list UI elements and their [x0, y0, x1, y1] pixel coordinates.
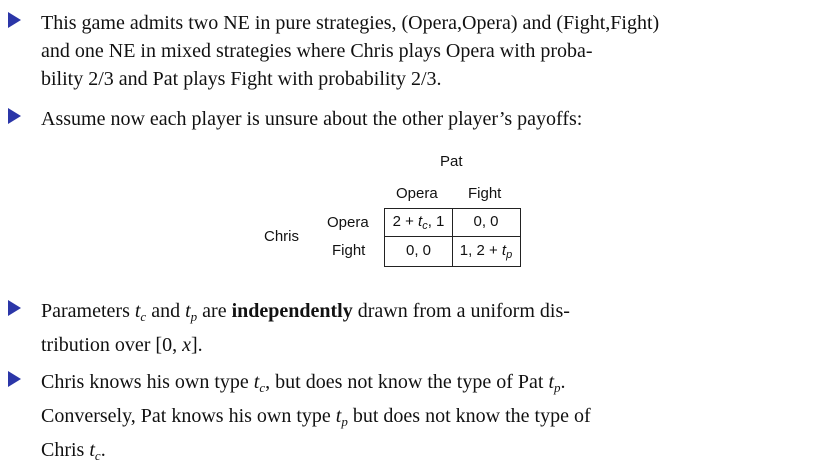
- payoff-cell-opera-opera: 2 + tc, 1: [392, 213, 445, 232]
- bullet-triangle-icon: [8, 12, 21, 28]
- bullet-3-line-1: Parameters tc and tp are independently d…: [41, 300, 570, 324]
- bullet-3-text: Parameters tc and tp are independently d…: [41, 297, 803, 359]
- column-player-label: Pat: [440, 153, 463, 170]
- bullet-1-line-1: This game admits two NE in pure strategi…: [41, 12, 660, 34]
- row-player-label: Chris: [264, 228, 300, 245]
- bullet-4-line-2: Conversely, Pat knows his own type tp bu…: [41, 405, 591, 429]
- bullet-triangle-icon: [8, 371, 21, 387]
- bullet-triangle-icon: [8, 108, 21, 124]
- bullet-4: Chris knows his own type tc, but does no…: [8, 368, 803, 470]
- bullet-4-line-1: Chris knows his own type tc, but does no…: [41, 371, 566, 395]
- row-header-fight: Fight: [332, 242, 366, 259]
- row-header-opera: Opera: [327, 214, 369, 231]
- payoff-cell-fight-opera: 0, 0: [405, 242, 432, 259]
- bullet-2-line-1: Assume now each player is unsure about t…: [41, 108, 583, 130]
- column-header-opera: Opera: [396, 185, 438, 202]
- bullet-4-line-3: Chris tc.: [41, 439, 106, 463]
- bullet-1-line-3: bility 2/3 and Pat plays Fight with prob…: [41, 68, 442, 90]
- bullet-3-line-2: tribution over [0, x].: [41, 334, 203, 356]
- bullet-4-text: Chris knows his own type tc, but does no…: [41, 368, 803, 470]
- bullet-1-text: This game admits two NE in pure strategi…: [41, 9, 803, 93]
- emphasis-independently: independently: [231, 300, 353, 322]
- bullet-triangle-icon: [8, 300, 21, 316]
- column-header-fight: Fight: [468, 185, 502, 202]
- bullet-2-text: Assume now each player is unsure about t…: [41, 105, 803, 133]
- bullet-2: Assume now each player is unsure about t…: [8, 105, 803, 133]
- bullet-1-line-2: and one NE in mixed strategies where Chr…: [41, 40, 593, 62]
- bullet-1: This game admits two NE in pure strategi…: [8, 9, 803, 93]
- payoff-cell-opera-fight: 0, 0: [473, 213, 499, 230]
- bullet-3: Parameters tc and tp are independently d…: [8, 297, 803, 359]
- payoff-cell-fight-fight: 1, 2 + tp: [459, 242, 513, 261]
